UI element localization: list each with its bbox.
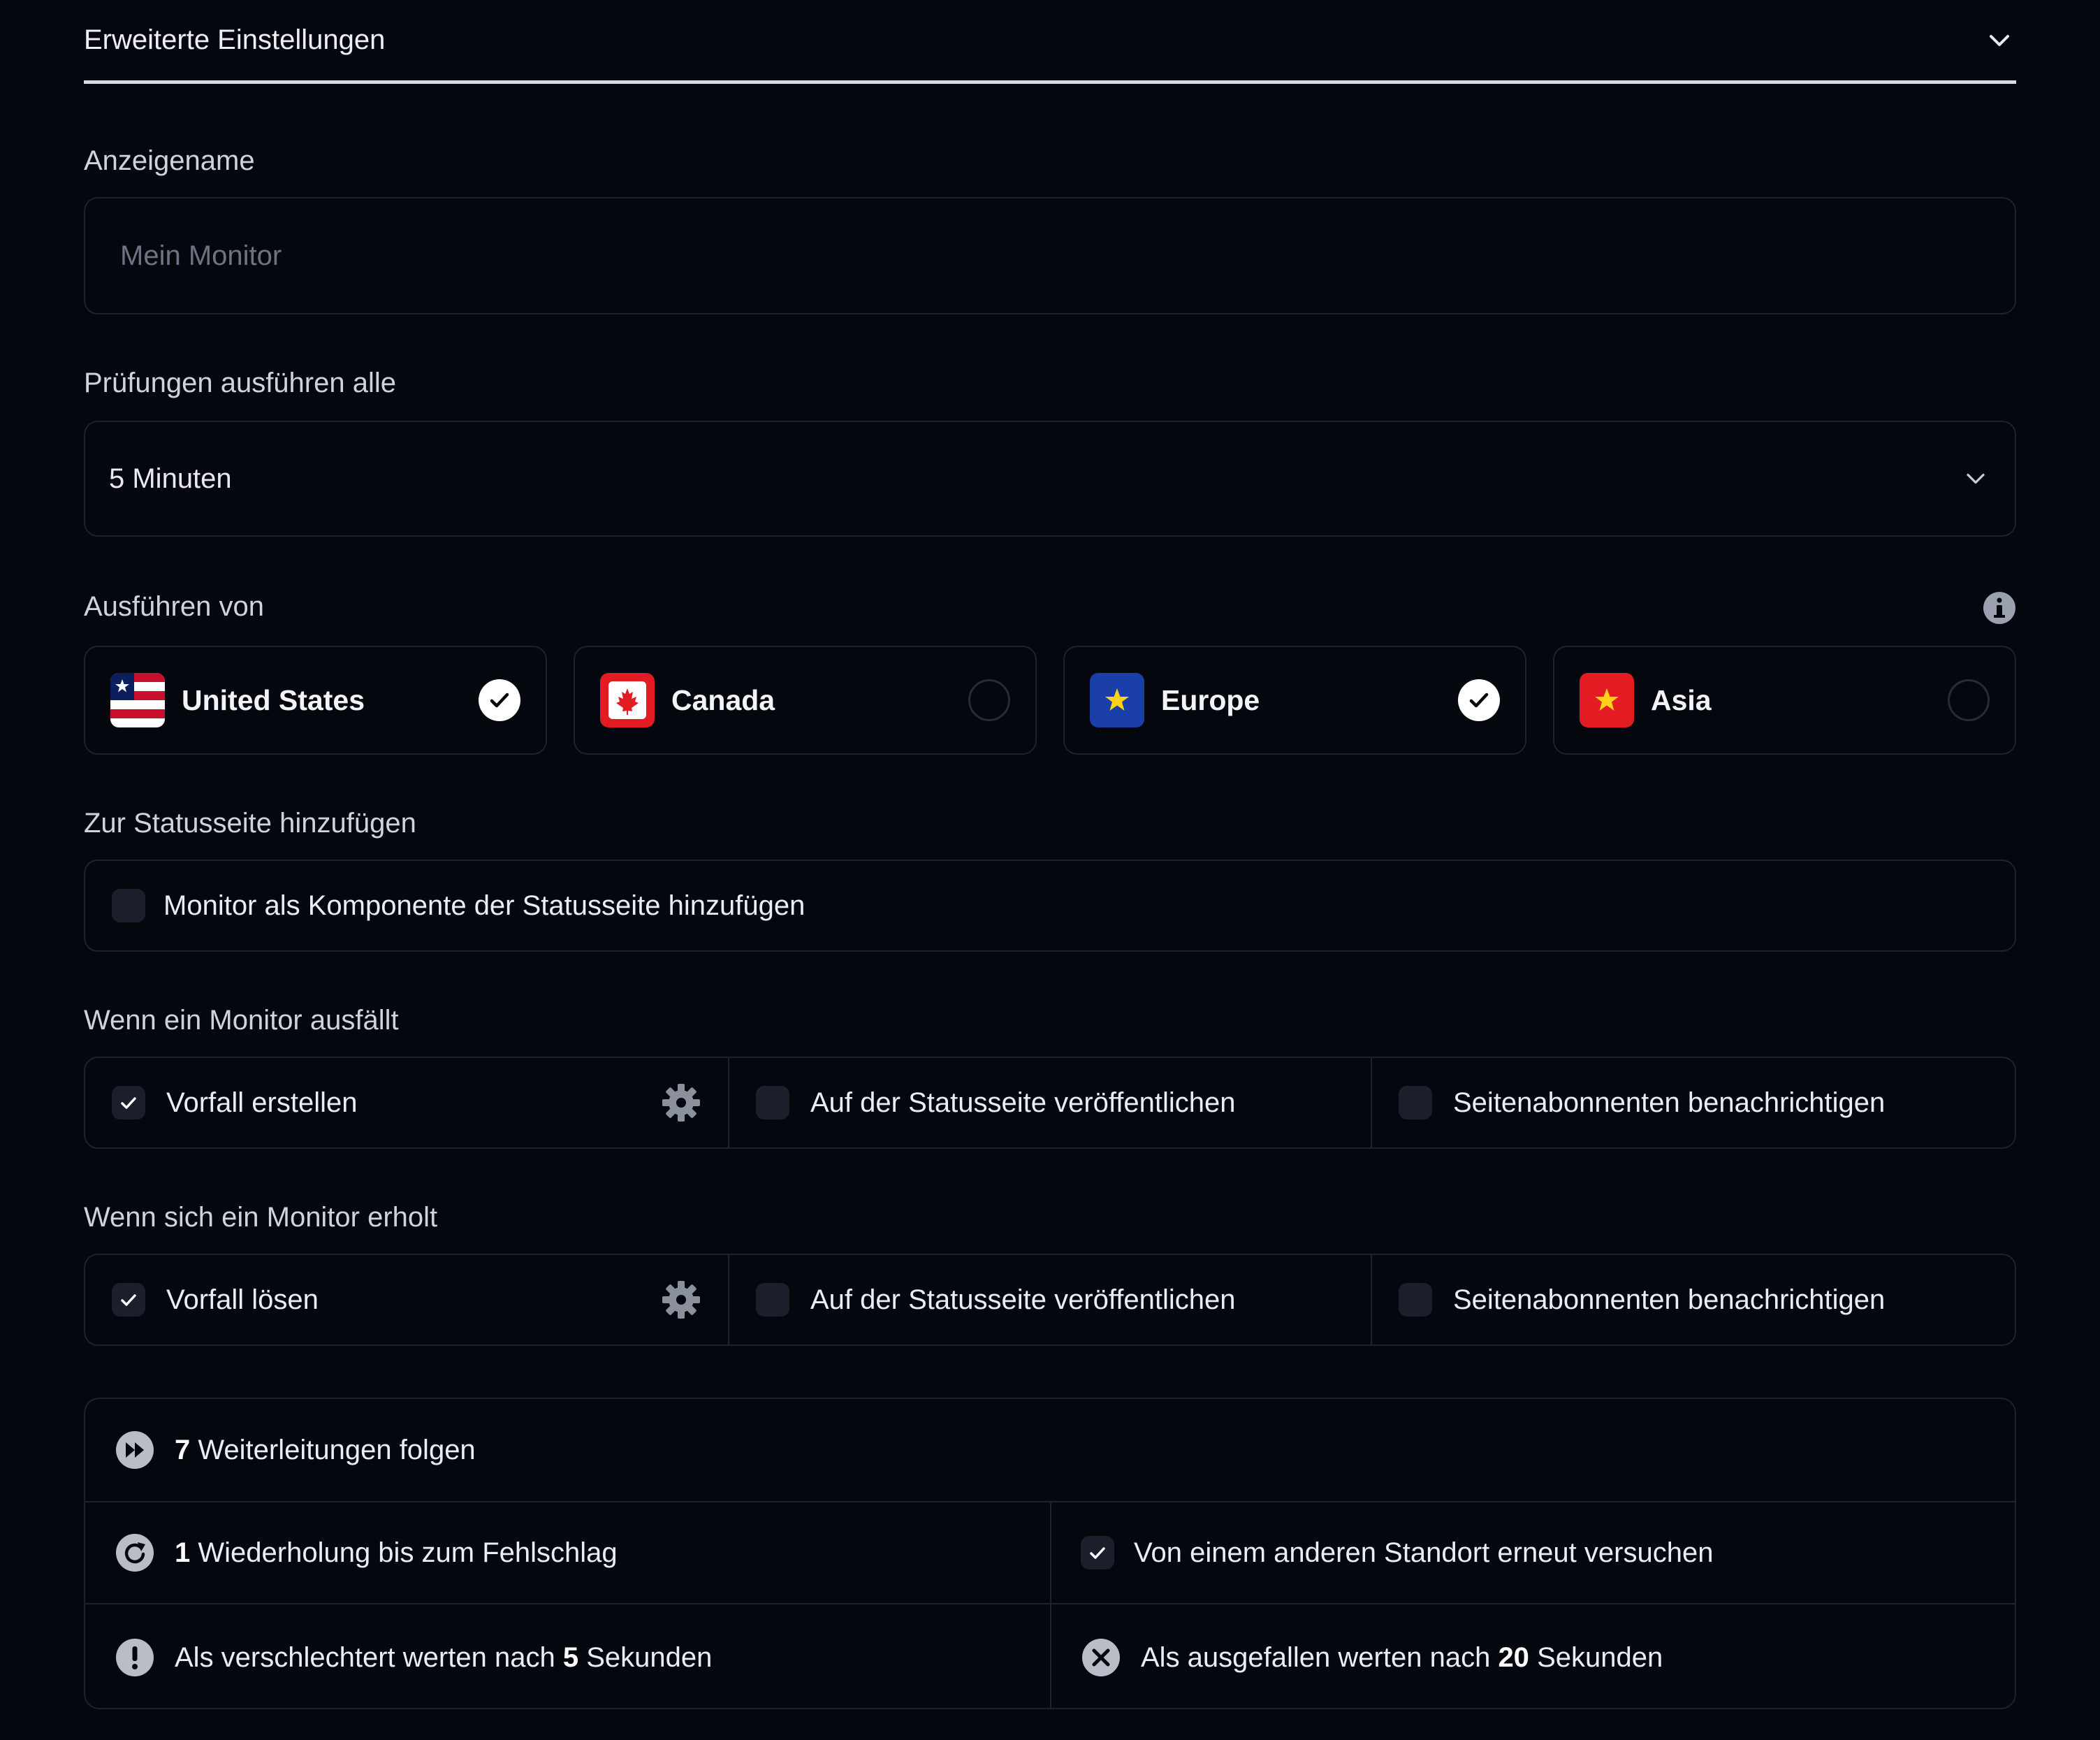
close-circle-icon bbox=[1082, 1639, 1120, 1676]
publish-status-page-option[interactable]: Auf der Statusseite veröffentlichen bbox=[728, 1057, 1372, 1149]
request-settings-table: 7 Weiterleitungen folgen 1 Wiederholung … bbox=[84, 1398, 2016, 1709]
resolve-incident-option[interactable]: Vorfall lösen bbox=[84, 1254, 729, 1346]
publish-status-page-checkbox[interactable] bbox=[756, 1283, 789, 1317]
degraded-value[interactable]: 5 bbox=[563, 1642, 578, 1673]
status-page-label: Zur Statusseite hinzufügen bbox=[84, 808, 416, 839]
create-incident-option[interactable]: Vorfall erstellen bbox=[84, 1057, 729, 1149]
regions-label: Ausführen von bbox=[84, 591, 264, 622]
region-card-united-states[interactable]: United States bbox=[84, 646, 547, 755]
degraded-suffix: Sekunden bbox=[586, 1641, 713, 1673]
notify-subscribers-option[interactable]: Seitenabonnenten benachrichtigen bbox=[1371, 1057, 2016, 1149]
checkmark-icon bbox=[121, 1097, 136, 1109]
gear-icon[interactable] bbox=[661, 1279, 701, 1320]
status-page-option-label: Monitor als Komponente der Statusseite h… bbox=[163, 890, 805, 921]
checkmark-icon bbox=[1090, 1547, 1105, 1559]
redirects-count[interactable]: 7 bbox=[175, 1435, 190, 1465]
region-card-canada[interactable]: Canada bbox=[574, 646, 1037, 755]
region-selector: United States Canada Europe Asia bbox=[84, 646, 2016, 755]
on-recover-label: Wenn sich ein Monitor erholt bbox=[84, 1202, 438, 1233]
warning-icon bbox=[116, 1639, 154, 1676]
fast-forward-icon bbox=[116, 1431, 154, 1469]
checkmark-icon bbox=[121, 1294, 136, 1306]
interval-label: Prüfungen ausführen alle bbox=[84, 368, 396, 398]
redirects-row[interactable]: 7 Weiterleitungen folgen bbox=[85, 1399, 2015, 1501]
region-name: United States bbox=[182, 683, 365, 716]
region-unselected-indicator[interactable] bbox=[968, 679, 1010, 721]
notify-subscribers-checkbox[interactable] bbox=[1399, 1086, 1432, 1119]
eu-flag-icon bbox=[1090, 673, 1144, 727]
region-name: Asia bbox=[1651, 683, 1712, 716]
retry-icon bbox=[116, 1534, 154, 1572]
retry-other-location-cell[interactable]: Von einem anderen Standort erneut versuc… bbox=[1050, 1502, 2015, 1603]
display-name-field-box bbox=[84, 197, 2016, 314]
notify-subscribers-label: Seitenabonnenten benachrichtigen bbox=[1453, 1087, 1886, 1118]
resolve-incident-checkbox[interactable] bbox=[112, 1283, 145, 1317]
region-selected-indicator[interactable] bbox=[479, 679, 520, 721]
chevron-down-icon bbox=[1990, 34, 2009, 46]
down-suffix: Sekunden bbox=[1537, 1641, 1663, 1673]
checkmark-icon bbox=[490, 693, 509, 708]
on-recover-options: Vorfall lösen Auf der Statusseite veröff… bbox=[84, 1254, 2016, 1346]
on-down-options: Vorfall erstellen Auf der Statusseite ve… bbox=[84, 1057, 2016, 1149]
retries-row: 1 Wiederholung bis zum Fehlschlag Von ei… bbox=[85, 1502, 2015, 1603]
degraded-threshold-cell[interactable]: Als verschlechtert werten nach 5 Sekunde… bbox=[85, 1604, 1050, 1708]
gear-icon[interactable] bbox=[661, 1082, 701, 1123]
region-selected-indicator[interactable] bbox=[1458, 679, 1500, 721]
retries-text: Wiederholung bis zum Fehlschlag bbox=[198, 1537, 618, 1568]
chevron-down-icon bbox=[1967, 473, 1985, 484]
interval-select[interactable]: 5 Minuten bbox=[84, 421, 2016, 537]
create-incident-label: Vorfall erstellen bbox=[166, 1087, 358, 1118]
redirects-text: Weiterleitungen folgen bbox=[198, 1434, 476, 1465]
down-value[interactable]: 20 bbox=[1498, 1642, 1529, 1673]
display-name-label: Anzeigename bbox=[84, 145, 255, 176]
publish-status-page-label: Auf der Statusseite veröffentlichen bbox=[810, 1087, 1236, 1118]
region-unselected-indicator[interactable] bbox=[1948, 679, 1990, 721]
checkmark-icon bbox=[1469, 693, 1489, 708]
advanced-settings-toggle[interactable]: Erweiterte Einstellungen bbox=[84, 0, 2016, 84]
timeouts-row: Als verschlechtert werten nach 5 Sekunde… bbox=[85, 1604, 2015, 1708]
publish-status-page-option[interactable]: Auf der Statusseite veröffentlichen bbox=[728, 1254, 1372, 1346]
retries-cell[interactable]: 1 Wiederholung bis zum Fehlschlag bbox=[85, 1502, 1050, 1603]
retries-count[interactable]: 1 bbox=[175, 1537, 190, 1568]
status-page-option-row[interactable]: Monitor als Komponente der Statusseite h… bbox=[84, 860, 2016, 952]
status-page-checkbox[interactable] bbox=[112, 889, 145, 922]
region-card-europe[interactable]: Europe bbox=[1063, 646, 1526, 755]
canada-flag-icon bbox=[600, 673, 655, 727]
region-card-asia[interactable]: Asia bbox=[1553, 646, 2016, 755]
down-prefix: Als ausgefallen werten nach bbox=[1141, 1641, 1491, 1673]
notify-subscribers-label: Seitenabonnenten benachrichtigen bbox=[1453, 1284, 1886, 1315]
on-down-label: Wenn ein Monitor ausfällt bbox=[84, 1005, 399, 1036]
display-name-input[interactable] bbox=[85, 198, 2015, 313]
us-flag-icon bbox=[110, 673, 165, 727]
region-name: Europe bbox=[1161, 683, 1260, 716]
publish-status-page-label: Auf der Statusseite veröffentlichen bbox=[810, 1284, 1236, 1315]
info-icon[interactable] bbox=[1983, 591, 2016, 625]
retry-other-location-label: Von einem anderen Standort erneut versuc… bbox=[1134, 1537, 1714, 1568]
interval-selected-value: 5 Minuten bbox=[109, 463, 232, 494]
notify-subscribers-option[interactable]: Seitenabonnenten benachrichtigen bbox=[1371, 1254, 2016, 1346]
publish-status-page-checkbox[interactable] bbox=[756, 1086, 789, 1119]
create-incident-checkbox[interactable] bbox=[112, 1086, 145, 1119]
advanced-settings-panel: Erweiterte Einstellungen Anzeigename Prü… bbox=[84, 0, 2016, 1709]
retry-other-location-checkbox[interactable] bbox=[1081, 1536, 1114, 1569]
degraded-prefix: Als verschlechtert werten nach bbox=[175, 1641, 555, 1673]
section-title: Erweiterte Einstellungen bbox=[84, 24, 386, 55]
resolve-incident-label: Vorfall lösen bbox=[166, 1284, 319, 1315]
down-threshold-cell[interactable]: Als ausgefallen werten nach 20 Sekunden bbox=[1050, 1604, 2015, 1708]
asia-flag-icon bbox=[1580, 673, 1634, 727]
region-name: Canada bbox=[671, 683, 775, 716]
notify-subscribers-checkbox[interactable] bbox=[1399, 1283, 1432, 1317]
